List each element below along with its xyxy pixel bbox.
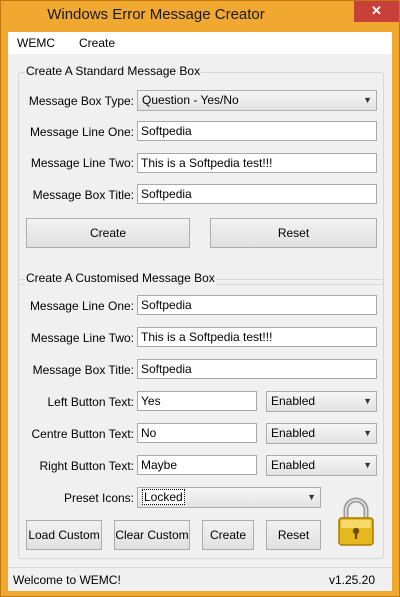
padlock-icon xyxy=(338,497,374,546)
menu-bar: WEMC Create xyxy=(8,32,392,54)
standard-line-one-label: Message Line One: xyxy=(29,125,134,139)
window-title: Windows Error Message Creator xyxy=(47,6,265,23)
custom-line-two-label: Message Line Two: xyxy=(30,331,134,345)
right-button-state-select[interactable]: Enabled ▼ xyxy=(266,455,377,476)
standard-line-one-input[interactable]: Softpedia xyxy=(137,121,377,141)
close-button[interactable]: ✕ xyxy=(354,1,399,22)
message-box-type-select[interactable]: Question - Yes/No ▼ xyxy=(137,90,377,111)
centre-button-text-input[interactable]: No xyxy=(137,423,257,443)
preset-icons-value: Locked xyxy=(142,489,185,505)
standard-group-title: Create A Standard Message Box xyxy=(25,64,202,78)
preset-icons-label: Preset Icons: xyxy=(63,491,134,505)
chevron-down-icon: ▼ xyxy=(363,428,372,438)
load-custom-button[interactable]: Load Custom xyxy=(26,520,102,550)
custom-title-label: Message Box Title: xyxy=(32,363,134,377)
custom-group: Create A Customised Message Box Message … xyxy=(18,271,384,559)
menu-create[interactable]: Create xyxy=(79,36,115,50)
custom-reset-button[interactable]: Reset xyxy=(266,520,321,550)
right-button-state-value: Enabled xyxy=(271,458,316,472)
standard-create-button[interactable]: Create xyxy=(26,218,190,248)
status-bar: Welcome to WEMC! v1.25.20 xyxy=(8,567,392,591)
status-message: Welcome to WEMC! xyxy=(13,573,121,587)
preset-icons-select[interactable]: Locked ▼ xyxy=(137,487,321,508)
centre-button-state-select[interactable]: Enabled ▼ xyxy=(266,423,377,444)
left-button-text-input[interactable]: Yes xyxy=(137,391,257,411)
right-button-text-input[interactable]: Maybe xyxy=(137,455,257,475)
custom-create-button[interactable]: Create xyxy=(202,520,254,550)
left-button-state-value: Enabled xyxy=(271,394,316,408)
standard-type-label: Message Box Type: xyxy=(28,94,134,108)
standard-title-label: Message Box Title: xyxy=(32,188,134,202)
version-label: v1.25.20 xyxy=(328,573,375,587)
title-bar[interactable]: Windows Error Message Creator ✕ xyxy=(1,1,399,32)
custom-group-title: Create A Customised Message Box xyxy=(25,271,216,285)
custom-line-one-input[interactable]: Softpedia xyxy=(137,295,377,315)
left-button-state-select[interactable]: Enabled ▼ xyxy=(266,391,377,412)
chevron-down-icon: ▼ xyxy=(307,492,316,502)
standard-line-two-label: Message Line Two: xyxy=(30,156,134,170)
standard-line-two-input[interactable]: This is a Softpedia test!!! xyxy=(137,153,377,173)
standard-reset-button[interactable]: Reset xyxy=(210,218,377,248)
close-icon: ✕ xyxy=(371,3,382,18)
standard-group: Create A Standard Message Box Message Bo… xyxy=(18,64,384,285)
centre-button-text-label: Centre Button Text: xyxy=(31,427,134,441)
custom-line-two-input[interactable]: This is a Softpedia test!!! xyxy=(137,327,377,347)
clear-custom-button[interactable]: Clear Custom xyxy=(114,520,190,550)
message-box-type-value: Question - Yes/No xyxy=(142,93,239,107)
chevron-down-icon: ▼ xyxy=(363,95,372,105)
centre-button-state-value: Enabled xyxy=(271,426,316,440)
custom-line-one-label: Message Line One: xyxy=(29,299,134,313)
client-area: WEMC Create Create A Standard Message Bo… xyxy=(8,32,392,591)
left-button-text-label: Left Button Text: xyxy=(47,395,134,409)
app-window: Windows Error Message Creator ✕ WEMC Cre… xyxy=(0,0,400,597)
chevron-down-icon: ▼ xyxy=(363,460,372,470)
chevron-down-icon: ▼ xyxy=(363,396,372,406)
right-button-text-label: Right Button Text: xyxy=(39,459,135,473)
custom-title-input[interactable]: Softpedia xyxy=(137,359,377,379)
standard-title-input[interactable]: Softpedia xyxy=(137,184,377,204)
menu-wemc[interactable]: WEMC xyxy=(17,36,55,50)
